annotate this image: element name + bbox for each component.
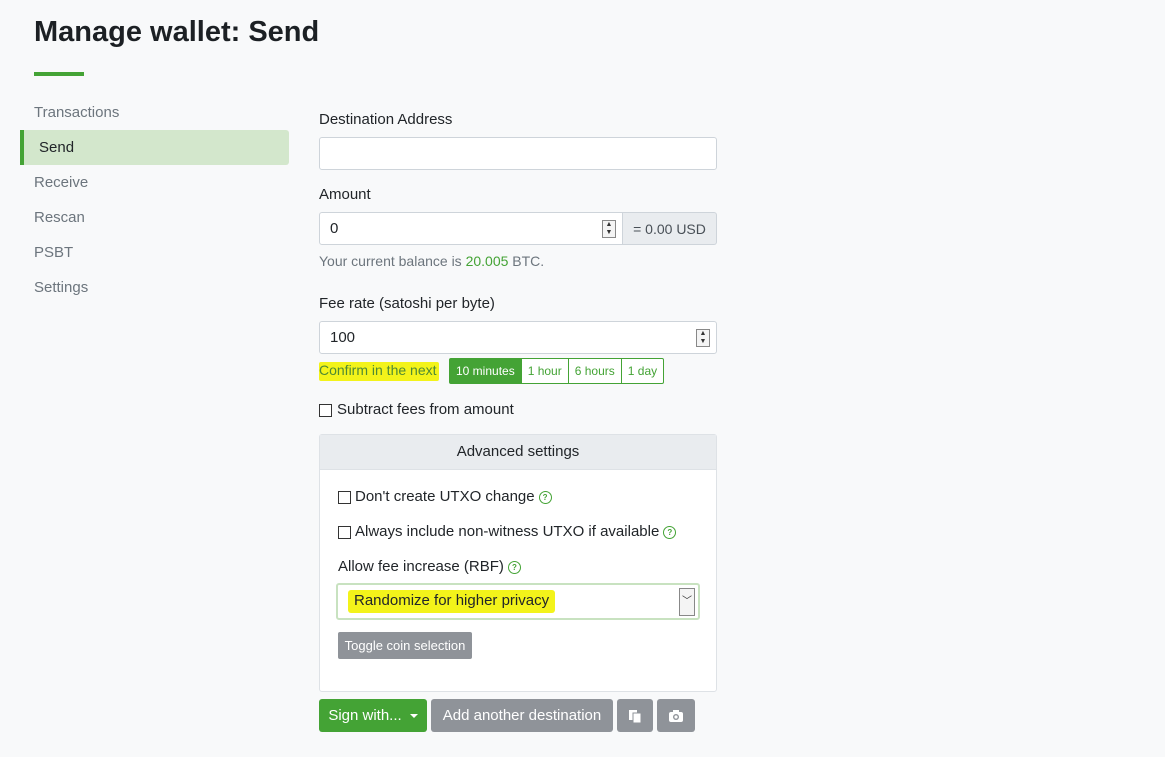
- sign-with-button[interactable]: Sign with...: [319, 699, 427, 732]
- sidebar-nav: Transactions Send Receive Rescan PSBT Se…: [20, 95, 289, 305]
- amount-spinner-icon[interactable]: ▲ ▼: [602, 219, 616, 238]
- subtract-fees-label: Subtract fees from amount: [337, 401, 514, 418]
- fee-rate-value: 100: [330, 329, 356, 346]
- destination-label: Destination Address: [319, 111, 453, 128]
- amount-label: Amount: [319, 186, 371, 203]
- paste-button[interactable]: [617, 699, 653, 732]
- no-utxo-change-label: Don't create UTXO change: [355, 488, 535, 505]
- caret-down-icon: [409, 713, 418, 718]
- balance-prefix: Your current balance is: [319, 253, 462, 269]
- fiat-equivalent: = 0.00 USD: [623, 212, 717, 245]
- amount-input[interactable]: 0 ▲ ▼: [319, 212, 623, 245]
- fee-rate-input[interactable]: 100 ▲ ▼: [319, 321, 717, 354]
- no-utxo-change-checkbox[interactable]: [338, 491, 351, 504]
- sidebar-item-send[interactable]: Send: [20, 130, 289, 165]
- title-underline: [34, 72, 84, 76]
- balance-unit: BTC.: [512, 253, 545, 269]
- balance-text: Your current balance is 20.005 BTC.: [319, 253, 544, 269]
- help-circle-icon[interactable]: ?: [538, 491, 552, 504]
- non-witness-utxo-label: Always include non-witness UTXO if avail…: [355, 523, 660, 540]
- rbf-row: Allow fee increase (RBF)?: [338, 558, 521, 575]
- sidebar-item-settings[interactable]: Settings: [20, 270, 289, 305]
- fee-rate-label: Fee rate (satoshi per byte): [319, 295, 495, 312]
- rbf-label: Allow fee increase (RBF): [338, 558, 504, 575]
- confirm-label: Confirm in the next: [319, 362, 439, 381]
- sidebar-item-transactions[interactable]: Transactions: [20, 95, 289, 130]
- confirm-6-hours-button[interactable]: 6 hours: [567, 358, 622, 384]
- page-title: Manage wallet: Send: [34, 16, 320, 48]
- fee-spinner-icon[interactable]: ▲ ▼: [696, 328, 710, 347]
- confirm-10-minutes-button[interactable]: 10 minutes: [449, 358, 522, 384]
- sidebar-item-receive[interactable]: Receive: [20, 165, 289, 200]
- scan-qr-button[interactable]: [657, 699, 695, 732]
- non-witness-utxo-checkbox[interactable]: [338, 526, 351, 539]
- confirm-time-selector: 10 minutes 1 hour 6 hours 1 day: [449, 358, 665, 384]
- sidebar-item-rescan[interactable]: Rescan: [20, 200, 289, 235]
- sign-with-label: Sign with...: [328, 707, 402, 724]
- rbf-select[interactable]: Randomize for higher privacy ﹀: [336, 583, 700, 620]
- confirm-1-day-button[interactable]: 1 day: [620, 358, 665, 384]
- add-destination-button[interactable]: Add another destination: [431, 699, 613, 732]
- subtract-fees-checkbox[interactable]: [319, 404, 332, 417]
- camera-icon: [669, 709, 683, 722]
- help-circle-icon[interactable]: ?: [663, 526, 677, 539]
- rbf-selected-value: Randomize for higher privacy: [348, 590, 556, 613]
- balance-value: 20.005: [465, 253, 509, 269]
- no-utxo-change-row: Don't create UTXO change?: [355, 488, 552, 505]
- non-witness-utxo-row: Always include non-witness UTXO if avail…: [355, 523, 677, 540]
- chevron-down-icon[interactable]: ﹀: [679, 588, 695, 616]
- destination-address-input[interactable]: [319, 137, 717, 170]
- help-circle-icon[interactable]: ?: [507, 561, 521, 574]
- confirm-1-hour-button[interactable]: 1 hour: [520, 358, 569, 384]
- advanced-settings-header[interactable]: Advanced settings: [320, 435, 716, 470]
- paste-icon: [629, 709, 642, 723]
- toggle-coin-selection-button[interactable]: Toggle coin selection: [338, 632, 472, 659]
- sidebar-item-psbt[interactable]: PSBT: [20, 235, 289, 270]
- amount-value: 0: [330, 220, 339, 237]
